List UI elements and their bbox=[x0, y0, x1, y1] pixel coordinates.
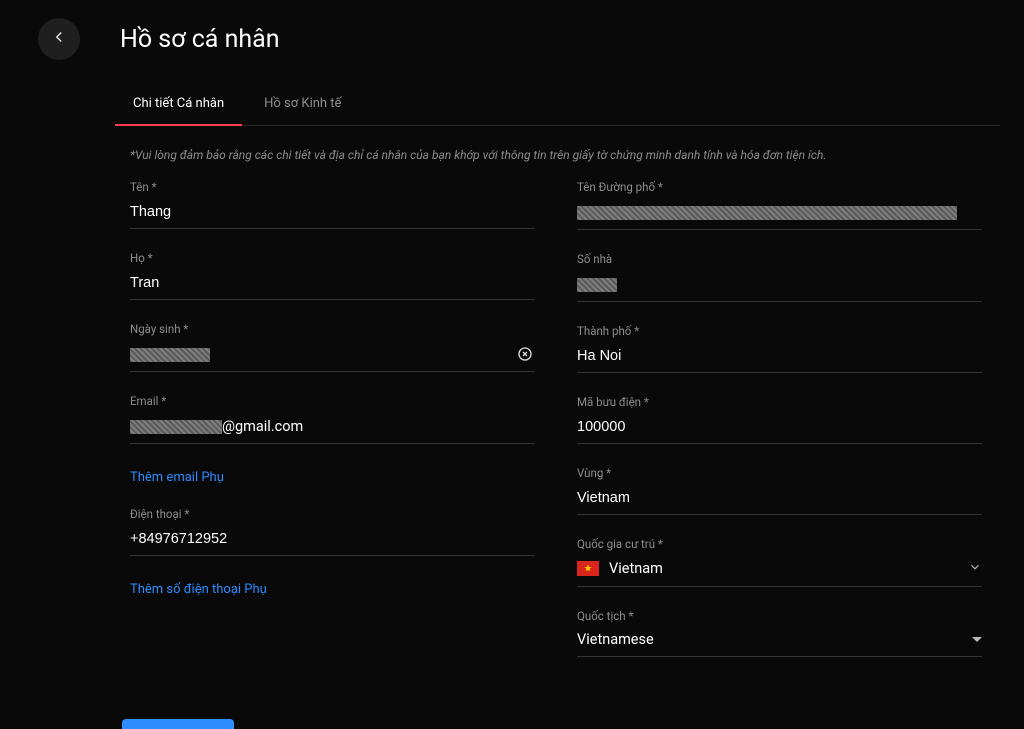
tab-personal[interactable]: Chi tiết Cá nhân bbox=[133, 96, 224, 125]
email-suffix: @gmail.com bbox=[222, 418, 303, 435]
city-input[interactable] bbox=[577, 344, 982, 373]
page-title: Hồ sơ cá nhân bbox=[120, 25, 280, 54]
chevron-down-icon bbox=[968, 559, 982, 578]
add-secondary-phone-link[interactable]: Thêm số điện thoại Phụ bbox=[130, 582, 267, 597]
region-input[interactable] bbox=[577, 486, 982, 515]
email-label: Email * bbox=[130, 394, 535, 408]
dob-input[interactable] bbox=[130, 342, 535, 372]
arrow-left-icon bbox=[50, 28, 68, 50]
clear-dob-icon[interactable] bbox=[517, 346, 533, 362]
save-button[interactable]: Lưu bbox=[122, 719, 234, 729]
phone-label: Điện thoại * bbox=[130, 507, 535, 521]
phone-input[interactable] bbox=[130, 527, 535, 556]
postal-input[interactable] bbox=[577, 415, 982, 444]
street-label: Tên Đường phố * bbox=[577, 180, 982, 194]
house-label: Số nhà bbox=[577, 252, 982, 266]
street-input[interactable] bbox=[577, 200, 982, 230]
last-name-input[interactable] bbox=[130, 271, 535, 300]
right-column: Tên Đường phố * Số nhà Thành phố * Mã bư… bbox=[577, 180, 982, 679]
region-label: Vùng * bbox=[577, 466, 982, 480]
house-input[interactable] bbox=[577, 272, 982, 302]
left-column: Tên * Họ * Ngày sinh * Email * @gmail.co… bbox=[130, 180, 535, 679]
tab-economic[interactable]: Hồ sơ Kinh tế bbox=[264, 96, 341, 125]
country-value: Vietnam bbox=[609, 560, 968, 577]
country-select[interactable]: Vietnam bbox=[577, 557, 982, 587]
first-name-label: Tên * bbox=[130, 180, 535, 194]
last-name-label: Họ * bbox=[130, 251, 535, 265]
nationality-value: Vietnamese bbox=[577, 631, 972, 648]
tabs: Chi tiết Cá nhân Hồ sơ Kinh tế bbox=[115, 96, 1000, 126]
form-hint: *Vui lòng đảm bảo rằng các chi tiết và đ… bbox=[130, 148, 1024, 162]
nationality-select[interactable]: Vietnamese bbox=[577, 629, 982, 657]
back-button[interactable] bbox=[38, 18, 80, 60]
first-name-input[interactable] bbox=[130, 200, 535, 229]
dob-label: Ngày sinh * bbox=[130, 322, 535, 336]
postal-label: Mã bưu điện * bbox=[577, 395, 982, 409]
city-label: Thành phố * bbox=[577, 324, 982, 338]
caret-down-icon bbox=[972, 637, 982, 642]
add-secondary-email-link[interactable]: Thêm email Phụ bbox=[130, 470, 224, 485]
nationality-label: Quốc tịch * bbox=[577, 609, 982, 623]
email-input[interactable]: @gmail.com bbox=[130, 414, 535, 444]
country-label: Quốc gia cư trú * bbox=[577, 537, 982, 551]
vietnam-flag-icon bbox=[577, 561, 599, 576]
